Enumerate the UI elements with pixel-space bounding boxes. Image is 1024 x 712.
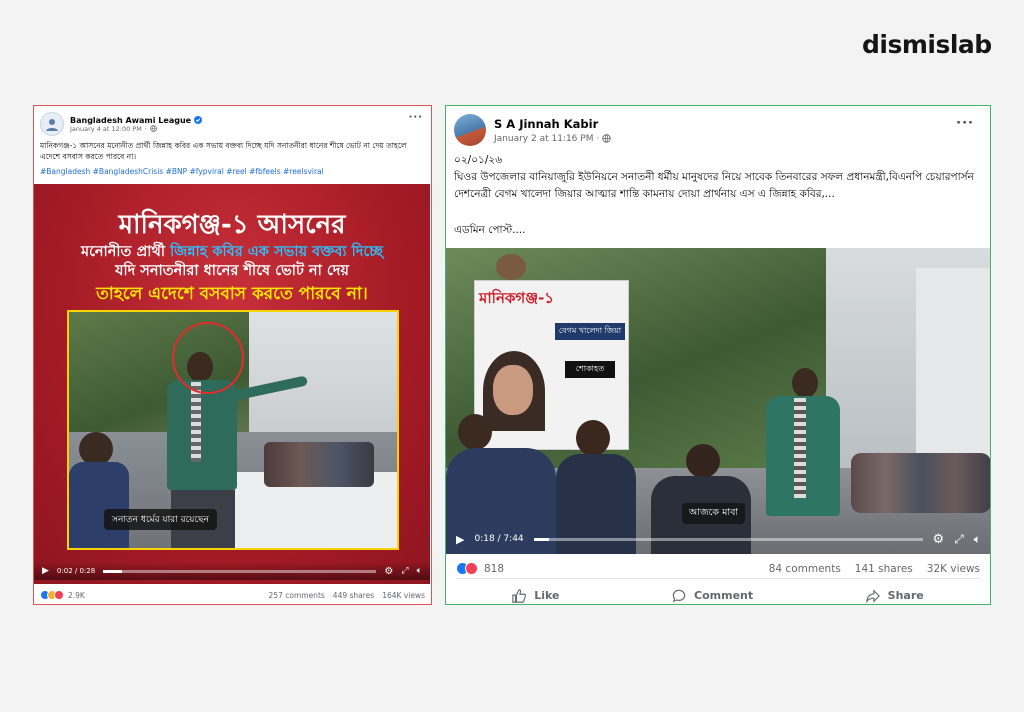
post-header: S A Jinnah Kabir January 2 at 11:16 PM · <box>454 114 612 146</box>
video-time: 0:18 / 7:44 <box>474 534 524 544</box>
comments-count[interactable]: 84 comments <box>769 563 841 575</box>
page-name[interactable]: Bangladesh Awami League <box>70 116 191 125</box>
comment-button[interactable]: Comment <box>672 585 753 604</box>
more-options-icon[interactable]: ··· <box>409 112 423 123</box>
video-controls: ▶ 0:18 / 7:44 ⚙ ⤢ 🔈︎ <box>446 528 990 550</box>
post-stats: 818 84 comments 141 shares 32K views <box>456 562 980 575</box>
settings-icon[interactable]: ⚙ <box>384 566 393 577</box>
left-post-card: Bangladesh Awami League January 4 at 12:… <box>33 105 432 605</box>
angry-reaction-icon <box>54 590 64 600</box>
comments-count[interactable]: 257 comments <box>269 591 325 600</box>
post-stats: 2.9K 257 comments 449 shares 164K views <box>40 590 425 600</box>
fullscreen-icon[interactable]: ⤢ <box>954 532 964 547</box>
author-avatar[interactable] <box>454 114 486 146</box>
video-banner-line4: তাহলে এদেশে বসবাস করতে পারবে না। <box>96 284 368 304</box>
video-caption: সনাতন ধর্মের যারা রয়েছেন <box>104 509 217 530</box>
video-banner-line2: মনোনীত প্রার্থী জিন্নাহ কবির এক সভায় বক… <box>81 244 383 260</box>
video-banner-board: মানিকগঞ্জ-১ বেগম খালেদা জিয়া শোকাহত <box>474 280 629 450</box>
video-player[interactable]: মানিকগঞ্জ-১ আসনের মনোনীত প্রার্থী জিন্না… <box>34 184 430 584</box>
comment-icon <box>672 589 686 602</box>
post-hashtags[interactable]: #Bangladesh #BangladeshCrisis #BNP #fypv… <box>40 166 425 177</box>
page-avatar[interactable] <box>40 112 64 136</box>
play-icon[interactable]: ▶ <box>456 533 464 546</box>
progress-bar[interactable] <box>103 569 377 573</box>
video-caption: আজকে মাবা <box>682 503 746 524</box>
progress-bar[interactable] <box>533 537 923 541</box>
shares-count[interactable]: 449 shares <box>333 591 374 600</box>
views-count: 164K views <box>382 590 425 600</box>
play-icon[interactable]: ▶ <box>42 566 49 576</box>
video-player[interactable]: মানিকগঞ্জ-১ বেগম খালেদা জিয়া শোকাহত আজক… <box>446 248 990 554</box>
globe-icon <box>602 134 612 143</box>
share-button[interactable]: Share <box>865 585 924 604</box>
post-timestamp[interactable]: January 4 at 12:00 PM <box>70 125 142 133</box>
post-date-line: ০২/০১/২৬ <box>454 154 503 166</box>
video-banner-title: মানিকগঞ্জ-১ আসনের <box>118 210 346 240</box>
video-frame: সনাতন ধর্মের যারা রয়েছেন <box>67 310 399 550</box>
post-body: মানিকগঞ্জ-১ আসনের মনোনীত প্রার্থী জিন্না… <box>40 141 407 161</box>
reaction-summary[interactable]: 818 <box>456 562 504 575</box>
volume-icon[interactable]: 🔈︎ <box>417 566 422 576</box>
post-timestamp[interactable]: January 2 at 11:16 PM <box>494 134 593 144</box>
shares-count[interactable]: 141 shares <box>855 563 913 575</box>
video-banner-line3: যদি সনাতনীরা ধানের শীষে ভোট না দেয় <box>115 263 349 279</box>
globe-icon <box>150 125 157 132</box>
right-post-card: S A Jinnah Kabir January 2 at 11:16 PM ·… <box>445 105 991 605</box>
volume-icon[interactable]: 🔈︎ <box>974 532 981 547</box>
post-actions: Like Comment Share <box>456 578 980 604</box>
more-options-icon[interactable]: ··· <box>956 116 974 131</box>
reaction-summary[interactable]: 2.9K <box>40 590 85 600</box>
thumbs-up-icon <box>512 588 527 603</box>
brand-logo: dismislab <box>862 30 992 59</box>
video-time: 0:02 / 0:28 <box>56 567 96 575</box>
video-controls: ▶ 0:02 / 0:28 ⚙ ⤢ 🔈︎ <box>34 562 430 580</box>
love-reaction-icon <box>465 562 478 575</box>
fullscreen-icon[interactable]: ⤢ <box>401 566 408 576</box>
post-signature: এডমিন পোস্ট.... <box>454 224 526 236</box>
settings-icon[interactable]: ⚙ <box>933 532 945 547</box>
post-header: Bangladesh Awami League January 4 at 12:… <box>40 112 203 136</box>
like-button[interactable]: Like <box>512 585 560 604</box>
highlight-circle <box>172 322 244 394</box>
author-name[interactable]: S A Jinnah Kabir <box>494 117 611 131</box>
post-body: ঘিওর উপজেলার বানিয়াজুরি ইউনিয়নে সনাতনী… <box>454 171 974 200</box>
views-count: 32K views <box>926 562 980 575</box>
verified-icon <box>194 116 203 124</box>
share-icon <box>865 588 880 603</box>
